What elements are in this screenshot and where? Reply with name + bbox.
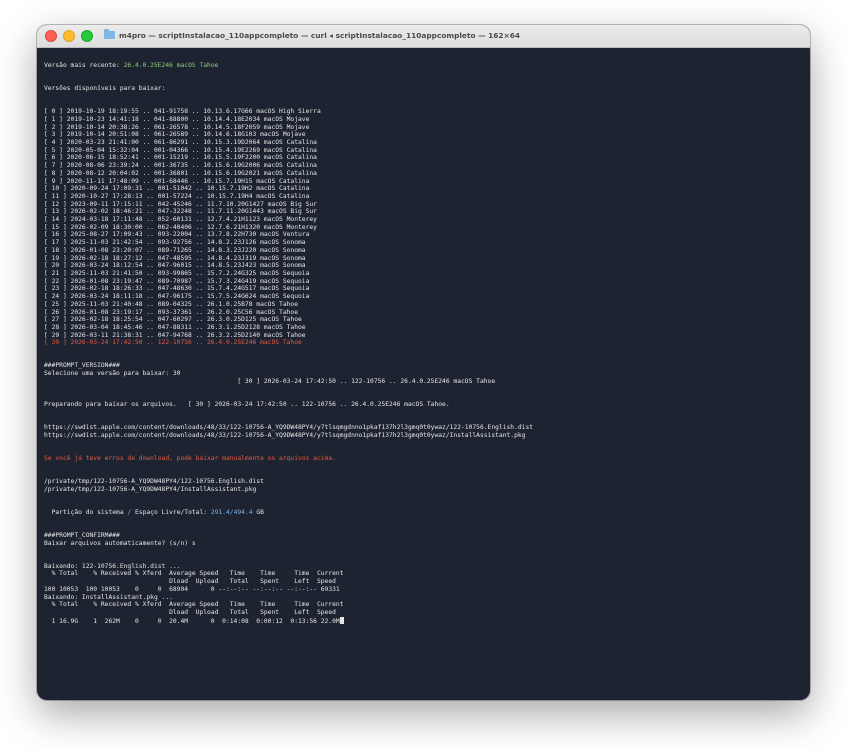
title-bar[interactable]: m4pro — scriptInstalacao_110appcompleto … [37, 25, 810, 48]
confirm-question: Baixar arquivos automaticamente? (s/n) s [44, 539, 196, 547]
partition-separator: / [123, 508, 135, 516]
version-item: [ 25 ] 2025-11-03 21:40:48 .. 089-04325 … [44, 300, 299, 308]
version-item: [ 23 ] 2026-02-18 18:26:33 .. 047-48630 … [44, 285, 310, 293]
version-item: [ 4 ] 2020-03-23 21:41:00 .. 061-86291 .… [44, 139, 317, 147]
curl-header: % Total % Received % Xferd Average Speed… [44, 601, 344, 609]
url-line: https://swdist.apple.com/content/downloa… [44, 424, 534, 432]
version-item: [ 6 ] 2020-06-15 18:52:41 .. 001-15219 .… [44, 154, 317, 162]
version-item: [ 3 ] 2019-10-14 20:51:08 .. 061-26589 .… [44, 131, 306, 139]
free-space-value: 291.4/494.4 [210, 508, 253, 516]
version-item: [ 11 ] 2020-10-27 17:28:13 .. 001-57224 … [44, 192, 310, 200]
version-item: [ 22 ] 2026-01-08 23:19:47 .. 089-70987 … [44, 277, 310, 285]
version-item: [ 21 ] 2025-11-03 21:41:50 .. 093-99865 … [44, 269, 310, 277]
text-cursor [339, 616, 344, 624]
terminal-window[interactable]: m4pro — scriptInstalacao_110appcompleto … [37, 25, 810, 700]
close-button[interactable] [45, 30, 57, 42]
minimize-button[interactable] [63, 30, 75, 42]
version-item: [ 28 ] 2026-03-04 18:45:46 .. 047-88311 … [44, 323, 306, 331]
version-item: [ 15 ] 2026-02-09 18:30:00 .. 062-40406 … [44, 223, 317, 231]
folder-icon [104, 29, 115, 39]
curl-header: Dload Upload Total Spent Left Speed [44, 608, 336, 616]
error-notice: Se você já teve erros de download, pode … [44, 454, 336, 462]
version-item: [ 19 ] 2026-02-18 18:27:12 .. 047-48595 … [44, 254, 306, 262]
terminal-output[interactable]: Versão mais recente: 26.4.0.25E246 macOS… [44, 62, 804, 696]
version-item: [ 12 ] 2023-09-11 17:15:11 .. 042-45246 … [44, 200, 317, 208]
zoom-button[interactable] [81, 30, 93, 42]
version-item: [ 1 ] 2019-10-23 14:41:18 .. 041-88800 .… [44, 115, 310, 123]
version-item: [ 18 ] 2026-01-08 23:20:07 .. 089-71265 … [44, 246, 306, 254]
version-item: [ 20 ] 2026-03-24 18:12:54 .. 047-96015 … [44, 262, 306, 270]
path-line: /private/tmp/122-10756-A_YQ9DW48PY4/Inst… [44, 485, 257, 493]
download-label: Baixando: 122-10756.English.dist ... [44, 562, 181, 570]
latest-version-value: 26.4.0.25E246 macOS Tahoe [123, 62, 219, 69]
path-line: /private/tmp/122-10756-A_YQ9DW48PY4/122-… [44, 477, 264, 485]
preparing-line: Preparando para baixar os arquivos. [ 30… [44, 400, 450, 408]
version-item: [ 10 ] 2020-09-24 17:09:31 .. 001-51042 … [44, 185, 310, 193]
version-item: [ 24 ] 2026-03-24 18:11:18 .. 047-96175 … [44, 293, 310, 301]
version-item: [ 14 ] 2024-03-18 17:11:48 .. 052-60131 … [44, 216, 317, 224]
window-title-text: m4pro — scriptInstalacao_110appcompleto … [119, 31, 520, 40]
partition-line: Partição do sistema / Espaço Livre/Total… [44, 509, 804, 517]
window-title: m4pro — scriptInstalacao_110appcompleto … [104, 29, 800, 42]
download-progress: 1 16.9G 1 262M 0 0 20.4M 0 0:14:08 0:00:… [44, 617, 340, 625]
version-item: [ 17 ] 2025-11-03 21:42:54 .. 093-92756 … [44, 239, 306, 247]
version-item: [ 7 ] 2020-08-06 23:39:24 .. 001-36735 .… [44, 162, 317, 170]
version-item: [ 26 ] 2026-01-08 23:19:17 .. 093-37361 … [44, 308, 299, 316]
version-item: [ 27 ] 2026-02-18 18:25:54 .. 047-60297 … [44, 316, 302, 324]
version-list: [ 0 ] 2019-10-19 18:19:55 .. 041-91758 .… [44, 108, 804, 339]
latest-version-line: Versão mais recente: 26.4.0.25E246 macOS… [44, 62, 804, 70]
download-progress: 100 10053 100 10053 0 0 68904 0 --:--:--… [44, 585, 340, 593]
prompt-version-tag: ###PROMPT_VERSION### [44, 362, 120, 370]
version-item: [ 8 ] 2020-08-12 20:04:02 .. 001-36801 .… [44, 169, 317, 177]
version-item: [ 29 ] 2026-03-11 21:38:31 .. 047-94768 … [44, 331, 306, 339]
version-item: [ 5 ] 2020-05-04 15:32:04 .. 001-04366 .… [44, 146, 317, 154]
version-item: [ 13 ] 2026-02-02 18:46:21 .. 047-32248 … [44, 208, 317, 216]
version-item: [ 2 ] 2019-10-14 20:38:26 .. 061-26578 .… [44, 123, 310, 131]
partition-label: Partição do sistema [51, 508, 124, 516]
latest-version-label: Versão mais recente: [44, 62, 124, 69]
free-space-unit: GB [252, 508, 264, 516]
version-item: [ 16 ] 2025-08-27 17:09:43 .. 093-22004 … [44, 231, 310, 239]
traffic-lights [45, 30, 93, 42]
download-label: Baixando: InstallAssistant.pkg ... [44, 593, 173, 601]
curl-header: % Total % Received % Xferd Average Speed… [44, 570, 344, 578]
available-header: Versões disponíveis para baixar: [44, 85, 166, 93]
url-line: https://swdist.apple.com/content/downloa… [44, 431, 526, 439]
version-item: [ 9 ] 2020-11-11 17:48:09 .. 001-68446 .… [44, 177, 310, 185]
free-space-label: Espaço Livre/Total: [135, 508, 211, 516]
prompt-confirm-tag: ###PROMPT_CONFIRM### [44, 531, 120, 539]
version-item: [ 0 ] 2019-10-19 18:19:55 .. 041-91758 .… [44, 108, 321, 116]
selected-version-line: [ 30 ] 2026-03-24 17:42:50 .. 122-10756 … [44, 339, 302, 347]
selected-echo: [ 30 ] 2026-03-24 17:42:50 .. 122-10756 … [237, 377, 496, 385]
selected-echo-line: [ 30 ] 2026-03-24 17:42:50 .. 122-10756 … [44, 378, 804, 386]
curl-header: Dload Upload Total Spent Left Speed [44, 578, 336, 586]
download-progress-line: 1 16.9G 1 262M 0 0 20.4M 0 0:14:08 0:00:… [44, 616, 804, 626]
select-prompt: Selecione uma versão para baixar: 30 [44, 370, 181, 378]
